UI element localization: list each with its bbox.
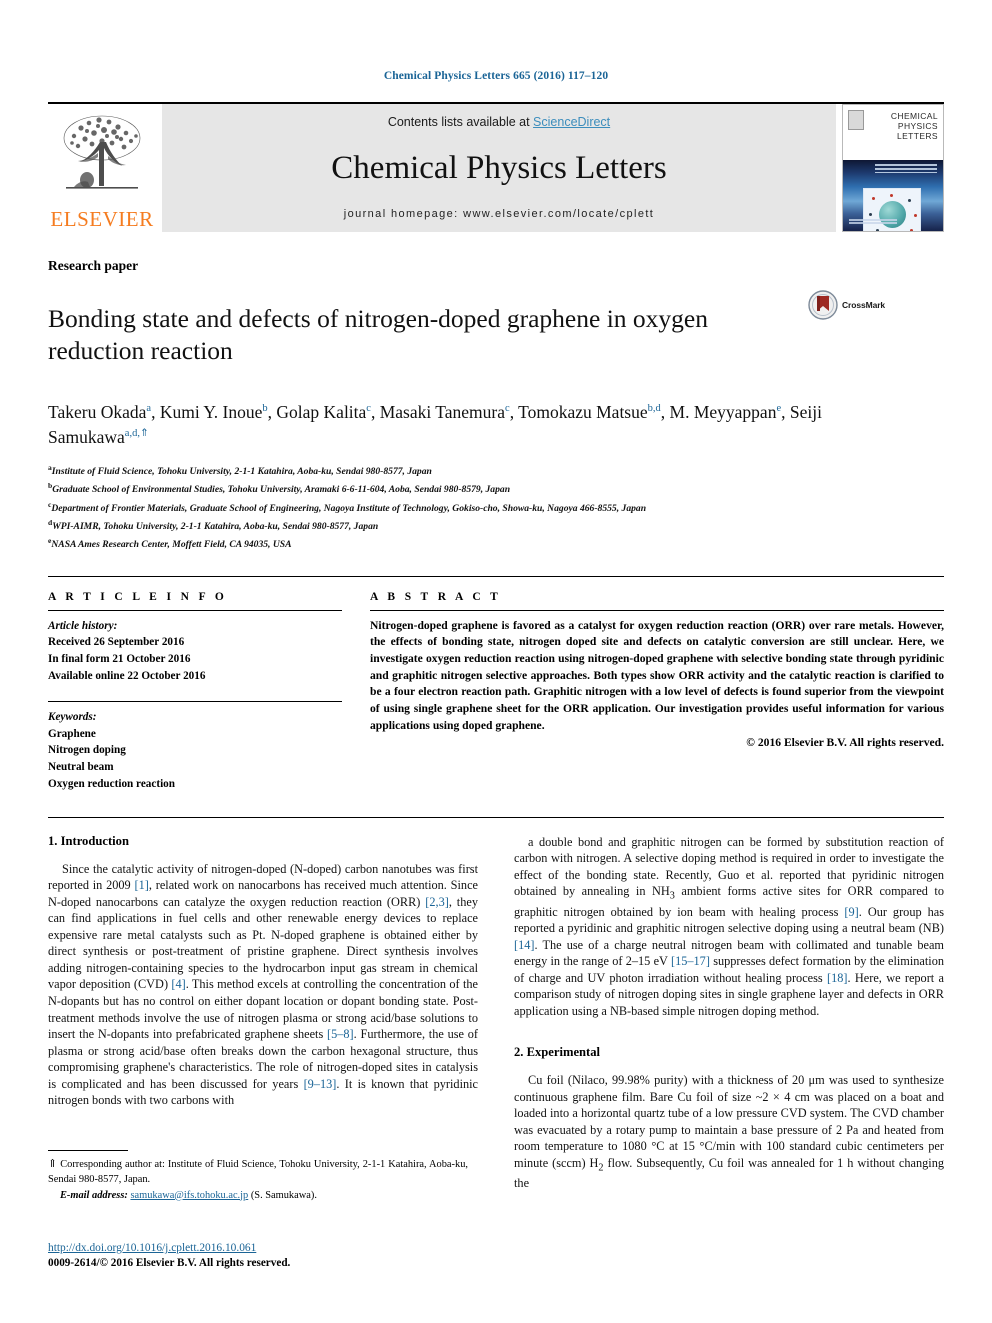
abstract-copyright: © 2016 Elsevier B.V. All rights reserved… xyxy=(746,736,944,750)
footnote-text: ⇑ Corresponding author at: Institute of … xyxy=(48,1157,468,1188)
author-name: Kumi Y. Inoue xyxy=(159,402,263,423)
article-history-block: Article history: Received 26 September 2… xyxy=(48,618,342,685)
affiliation-text: Institute of Fluid Science, Tohoku Unive… xyxy=(51,466,432,478)
elsevier-tree-icon xyxy=(63,115,141,189)
keyword-item: Oxygen reduction reaction xyxy=(48,777,175,790)
cover-elsevier-mark-icon xyxy=(848,110,864,130)
experimental-paragraph: Cu foil (Nilaco, 99.98% purity) with a t… xyxy=(514,1073,945,1191)
body-left-column: 1. Introduction Since the catalytic acti… xyxy=(48,834,478,1192)
cover-title-line2: PHYSICS xyxy=(897,121,938,132)
author-affiliation-mark: c xyxy=(366,403,371,415)
crossmark-label: CrossMark xyxy=(842,300,886,310)
affiliation-text: Department of Frontier Materials, Gradua… xyxy=(51,502,647,514)
title-row: Bonding state and defects of nitrogen-do… xyxy=(48,286,944,384)
running-head: Chemical Physics Letters 665 (2016) 117–… xyxy=(383,70,609,82)
abstract-column: A B S T R A C T Nitrogen-doped graphene … xyxy=(370,591,944,793)
body-columns: 1. Introduction Since the catalytic acti… xyxy=(48,816,944,1192)
info-abstract-section: A R T I C L E I N F O Article history: R… xyxy=(48,575,944,793)
article-history-item: In final form 21 October 2016 xyxy=(48,653,191,666)
elsevier-logo: ELSEVIER xyxy=(48,104,156,232)
author-affiliation-mark: a,d, xyxy=(124,428,140,440)
doi-link[interactable]: http://dx.doi.org/10.1016/j.cplett.2016.… xyxy=(48,1242,256,1254)
author-name: Tomokazu Matsue xyxy=(518,402,648,423)
keywords-block: Keywords: Graphene Nitrogen doping Neutral… xyxy=(48,709,342,793)
keywords-lines: Graphene Nitrogen doping Neutral beam Oxyge… xyxy=(48,726,342,793)
author-affiliation-mark: c xyxy=(505,403,510,415)
keyword-item: Nitrogen doping xyxy=(48,744,126,757)
article-history-item: Available online 22 October 2016 xyxy=(48,669,206,682)
author-name: M. Meyyappan xyxy=(669,402,777,423)
cover-title-line3: LETTERS xyxy=(896,131,938,142)
corresponding-author-footnote: ⇑ Corresponding author at: Institute of … xyxy=(48,1150,468,1203)
section-heading-experimental: 2. Experimental xyxy=(514,1045,601,1060)
abstract-heading: A B S T R A C T xyxy=(370,590,502,603)
article-info-rule-top xyxy=(48,609,342,611)
footnote-address: Corresponding author at: Institute of Fl… xyxy=(48,1159,468,1185)
article-info-column: A R T I C L E I N F O Article history: R… xyxy=(48,591,342,793)
affiliation-text: Graduate School of Environmental Studies… xyxy=(52,484,511,496)
author-affiliation-mark: b,d xyxy=(647,403,661,415)
cover-artwork xyxy=(843,160,943,231)
sciencedirect-link[interactable]: ScienceDirect xyxy=(533,115,610,129)
keyword-item: Neutral beam xyxy=(48,761,114,774)
email-suffix: (S. Samukawa). xyxy=(248,1189,317,1201)
article-type-kicker: Research paper xyxy=(48,258,139,273)
keyword-item: Graphene xyxy=(48,727,96,740)
contents-prefix: Contents lists available at xyxy=(387,115,534,129)
body-right-column: a double bond and graphitic nitrogen can… xyxy=(514,834,944,1192)
footnote-rule xyxy=(48,1150,128,1151)
masthead-center: Contents lists available at ScienceDirec… xyxy=(162,104,836,232)
cover-molecule-image xyxy=(863,188,921,231)
article-history-lines: Received 26 September 2016 In final form … xyxy=(48,634,342,684)
cover-title: CHEMICAL PHYSICS LETTERS xyxy=(891,111,938,141)
footnote-email-line: E-mail address: samukawa@ifs.tohoku.ac.j… xyxy=(48,1189,468,1204)
affiliation-item: eNASA Ames Research Center, Moffett Fiel… xyxy=(48,535,944,553)
article-history-label: Article history: xyxy=(48,619,118,632)
keywords-label: Keywords: xyxy=(48,710,97,723)
section-heading-introduction: 1. Introduction xyxy=(48,833,129,848)
author-name: Masaki Tanemura xyxy=(379,402,506,423)
article-info-rule-mid xyxy=(48,700,342,702)
issn-copyright-line: 0009-2614/© 2016 Elsevier B.V. All right… xyxy=(48,1257,291,1270)
cover-footer-lines xyxy=(849,219,897,225)
footnote-star-icon: ⇑ xyxy=(48,1158,58,1170)
page-title: Bonding state and defects of nitrogen-do… xyxy=(48,304,708,366)
abstract-text: Nitrogen-doped graphene is favored as a … xyxy=(370,618,944,732)
email-link[interactable]: samukawa@ifs.tohoku.ac.jp xyxy=(130,1190,248,1201)
affiliation-item: aInstitute of Fluid Science, Tohoku Univ… xyxy=(48,462,944,480)
crossmark-icon xyxy=(808,290,838,320)
author-list: Takeru Okadaa, Kumi Y. Inoueb, Golap Kal… xyxy=(48,402,822,448)
journal-title: Chemical Physics Letters xyxy=(331,150,667,186)
article-page: Chemical Physics Letters 665 (2016) 117–… xyxy=(0,0,992,1323)
elsevier-wordmark: ELSEVIER xyxy=(50,207,154,231)
article-history-item: Received 26 September 2016 xyxy=(48,636,185,649)
affiliation-list: aInstitute of Fluid Science, Tohoku Univ… xyxy=(48,462,944,553)
affiliation-text: NASA Ames Research Center, Moffett Field… xyxy=(51,539,292,551)
cover-subtitle-lines xyxy=(875,164,937,174)
email-label: E-mail address: xyxy=(60,1189,128,1201)
page-footer: http://dx.doi.org/10.1016/j.cplett.2016.… xyxy=(48,1238,608,1272)
contents-list-line: Contents lists available at ScienceDirec… xyxy=(388,115,610,129)
journal-cover-thumbnail: CHEMICAL PHYSICS LETTERS xyxy=(842,104,944,232)
intro-continued-paragraph: a double bond and graphitic nitrogen can… xyxy=(514,834,945,1018)
cover-top: CHEMICAL PHYSICS LETTERS xyxy=(843,105,943,161)
article-info-heading: A R T I C L E I N F O xyxy=(48,590,228,603)
author-affiliation-mark: b xyxy=(262,403,268,415)
cover-title-line1: CHEMICAL xyxy=(890,111,938,121)
author-name: Takeru Okada xyxy=(48,402,147,423)
author-affiliation-mark: a xyxy=(146,403,152,415)
affiliation-item: bGraduate School of Environmental Studie… xyxy=(48,480,944,498)
abstract-rule xyxy=(370,609,944,611)
affiliation-item: dWPI-AIMR, Tohoku University, 2-1-1 Kata… xyxy=(48,517,944,535)
journal-homepage-line[interactable]: journal homepage: www.elsevier.com/locat… xyxy=(344,208,655,220)
article-header: Research paper Bonding state and defects… xyxy=(48,258,944,554)
corresponding-author-mark: ⇑ xyxy=(139,428,149,440)
affiliation-item: cDepartment of Frontier Materials, Gradu… xyxy=(48,499,944,517)
journal-masthead: ELSEVIER Contents lists available at Sci… xyxy=(48,102,944,232)
author-affiliation-mark: e xyxy=(776,403,782,415)
crossmark-badge[interactable]: CrossMark xyxy=(808,286,904,320)
affiliation-text: WPI-AIMR, Tohoku University, 2-1-1 Katah… xyxy=(52,521,379,533)
intro-paragraph: Since the catalytic activity of nitrogen… xyxy=(48,861,479,1108)
author-name: Golap Kalita xyxy=(276,402,367,423)
